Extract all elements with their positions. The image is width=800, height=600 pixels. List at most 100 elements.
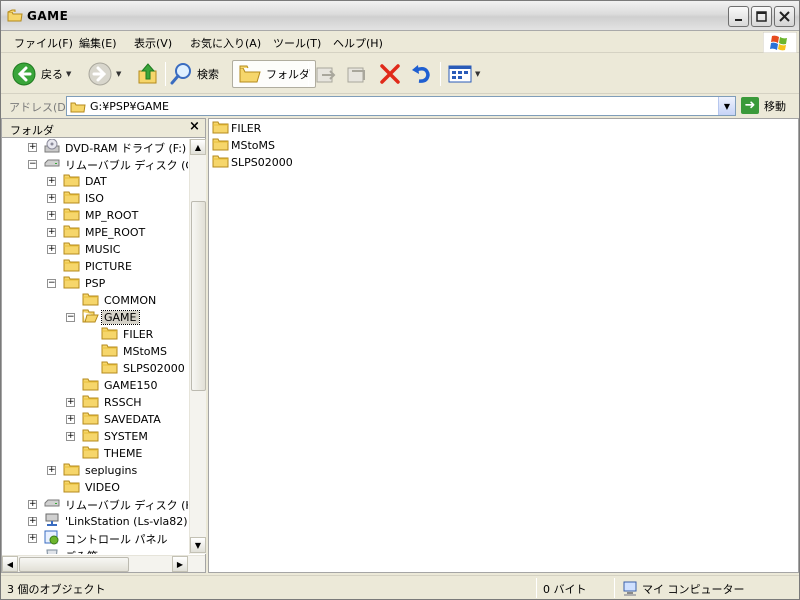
maximize-button[interactable] <box>751 6 772 27</box>
tree-item[interactable]: ごみ箱 <box>31 547 100 554</box>
tree-item[interactable]: + SAVEDATA <box>66 411 163 428</box>
tree-item[interactable]: − PSP <box>47 275 107 292</box>
tree-item[interactable]: THEME <box>69 445 144 462</box>
expand-icon[interactable]: + <box>47 228 56 237</box>
file-list-item[interactable]: SLPS02000 <box>212 154 293 171</box>
close-button[interactable] <box>774 6 795 27</box>
tree-item-label: RSSCH <box>104 396 142 409</box>
scroll-thumb[interactable] <box>191 201 206 391</box>
tree-item[interactable]: + リムーバブル ディスク (H:) <box>28 496 188 513</box>
tree-item[interactable]: + DVD-RAM ドライブ (F:) <box>28 139 188 156</box>
folder-icon <box>63 258 80 275</box>
file-list-item[interactable]: MStoMS <box>212 137 275 154</box>
address-bar: アドレス(D) G:¥PSP¥GAME ▼ ➜ 移動 <box>1 95 799 117</box>
expand-icon[interactable]: + <box>47 466 56 475</box>
tree-item[interactable]: VIDEO <box>50 479 122 496</box>
scroll-up-button[interactable]: ▲ <box>190 139 206 155</box>
tree-item[interactable]: + コントロール パネル <box>28 530 170 547</box>
tree-item-label: DVD-RAM ドライブ (F:) <box>65 141 187 155</box>
title-bar[interactable]: GAME <box>1 1 799 31</box>
folder-icon <box>63 462 80 479</box>
tree-item[interactable]: + seplugins <box>47 462 139 479</box>
tree-item[interactable]: + MUSIC <box>47 241 122 258</box>
file-list-pane: FILER MStoMS SLPS02000 <box>208 118 799 573</box>
forward-button[interactable]: ▼ <box>87 60 121 88</box>
vertical-scrollbar[interactable]: ▲ ▼ <box>189 139 206 554</box>
tree-item[interactable]: − GAME <box>66 309 140 326</box>
expand-icon[interactable]: + <box>47 194 56 203</box>
expand-icon[interactable]: + <box>47 245 56 254</box>
folder-icon <box>82 445 99 462</box>
tree-item[interactable]: COMMON <box>69 292 158 309</box>
expand-icon[interactable]: + <box>66 415 75 424</box>
folder-icon <box>82 377 99 394</box>
tree-item[interactable]: PICTURE <box>50 258 134 275</box>
tree-item[interactable]: MStoMS <box>88 343 169 360</box>
address-dropdown-button[interactable]: ▼ <box>718 97 735 115</box>
collapse-icon[interactable]: − <box>28 160 37 169</box>
expand-icon[interactable]: + <box>28 534 37 543</box>
scroll-down-button[interactable]: ▼ <box>190 537 206 553</box>
file-list-item[interactable]: FILER <box>212 120 261 137</box>
copy-to-button[interactable] <box>345 60 369 88</box>
horizontal-scrollbar[interactable]: ◀ ▶ <box>2 555 205 572</box>
menu-edit[interactable]: 編集(E) <box>79 35 117 51</box>
menu-tools[interactable]: ツール(T) <box>273 35 321 51</box>
close-pane-icon[interactable]: × <box>189 119 200 134</box>
folder-icon <box>101 360 118 377</box>
tree-item[interactable]: SLPS02000 <box>88 360 187 377</box>
expand-icon[interactable]: + <box>28 143 37 152</box>
minimize-button[interactable] <box>728 6 749 27</box>
folder-icon <box>63 173 80 190</box>
tree-item[interactable]: + RSSCH <box>66 394 144 411</box>
back-button[interactable]: 戻る ▼ <box>11 60 71 88</box>
expand-icon[interactable]: + <box>66 398 75 407</box>
back-dropdown-icon[interactable]: ▼ <box>66 70 71 78</box>
folder-icon <box>63 479 80 496</box>
tree-item[interactable]: + SYSTEM <box>66 428 150 445</box>
collapse-icon[interactable]: − <box>47 279 56 288</box>
tree-item[interactable]: FILER <box>88 326 155 343</box>
views-dropdown-icon[interactable]: ▼ <box>475 70 480 78</box>
move-to-button[interactable] <box>314 60 338 88</box>
horizontal-scroll-thumb[interactable] <box>19 557 129 572</box>
close-icon <box>779 11 790 22</box>
tree-item[interactable]: + DAT <box>47 173 109 190</box>
tree-item[interactable]: + MP_ROOT <box>47 207 140 224</box>
tree-item[interactable]: + 'LinkStation (Ls-vla82)' <box>28 513 188 530</box>
tree-item-label: DAT <box>85 175 107 188</box>
tree-item[interactable]: + MPE_ROOT <box>47 224 147 241</box>
undo-button[interactable] <box>409 60 433 88</box>
address-label: アドレス(D) <box>9 101 71 114</box>
up-folder-button[interactable] <box>136 60 160 88</box>
expand-icon[interactable]: + <box>28 500 37 509</box>
tree-item[interactable]: GAME150 <box>69 377 160 394</box>
go-button[interactable]: ➜ 移動 <box>741 97 786 114</box>
menu-file[interactable]: ファイル(F) <box>14 35 73 51</box>
tree-item-label: COMMON <box>104 294 157 307</box>
collapse-icon[interactable]: − <box>66 313 75 322</box>
tree-item[interactable]: + ISO <box>47 190 106 207</box>
folder-pane-header: フォルダ × <box>2 119 205 138</box>
scroll-right-button[interactable]: ▶ <box>172 556 188 572</box>
folder-icon <box>63 224 80 241</box>
menu-view[interactable]: 表示(V) <box>134 35 172 51</box>
delete-button[interactable] <box>378 60 402 88</box>
address-input[interactable]: G:¥PSP¥GAME ▼ <box>66 96 736 116</box>
status-location: マイ コンピューター <box>622 580 745 597</box>
tree-item[interactable]: − リムーバブル ディスク (G:) <box>28 156 188 173</box>
forward-dropdown-icon[interactable]: ▼ <box>116 70 121 78</box>
tree-item-label: リムーバブル ディスク (H:) <box>65 498 188 512</box>
back-label: 戻る <box>41 68 63 81</box>
menu-favorites[interactable]: お気に入り(A) <box>190 35 261 51</box>
expand-icon[interactable]: + <box>28 517 37 526</box>
menu-help[interactable]: ヘルプ(H) <box>333 35 383 51</box>
expand-icon[interactable]: + <box>47 211 56 220</box>
search-button[interactable]: 検索 <box>169 60 219 88</box>
expand-icon[interactable]: + <box>66 432 75 441</box>
folders-button[interactable]: フォルダ <box>232 60 316 88</box>
tree-item-label: SLPS02000 <box>123 362 185 375</box>
scroll-left-button[interactable]: ◀ <box>2 556 18 572</box>
views-button[interactable]: ▼ <box>448 60 480 88</box>
expand-icon[interactable]: + <box>47 177 56 186</box>
